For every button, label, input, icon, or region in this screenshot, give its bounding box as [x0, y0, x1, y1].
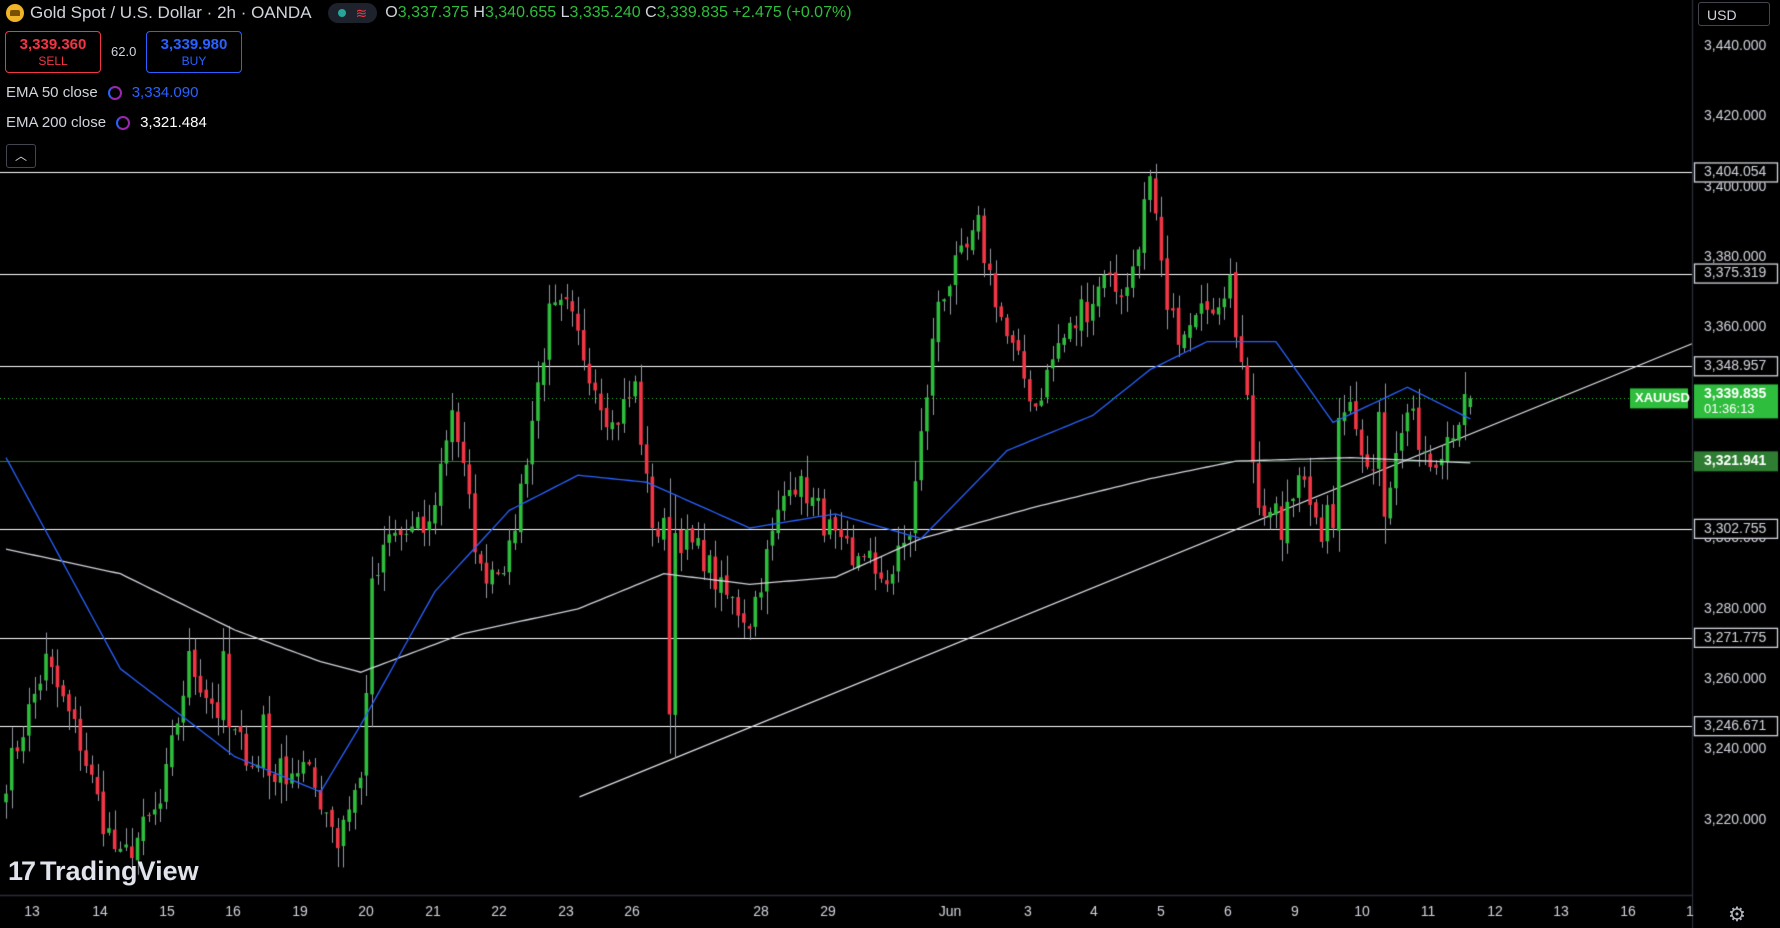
indicator-cycle-icon[interactable] [107, 85, 122, 100]
gold-symbol-icon [6, 4, 24, 22]
tradingview-logo: 17 TradingView [8, 856, 199, 886]
chevron-up-icon: ︿ [14, 149, 27, 163]
sell-button[interactable]: 3,339.360 SELL [5, 31, 101, 73]
price-chart[interactable] [0, 0, 1780, 928]
ema200-value: 3,321.484 [140, 114, 207, 131]
ema50-legend[interactable]: EMA 50 close 3,334.090 [6, 84, 198, 101]
ohlc-readout: O3,337.375 H3,340.655 L3,335.240 C3,339.… [385, 4, 852, 21]
chart-header: Gold Spot / U.S. Dollar · 2h · OANDA ≋ O… [6, 2, 852, 24]
ema50-label: EMA 50 close [6, 84, 98, 101]
market-open-icon [337, 9, 346, 17]
ema200-legend[interactable]: EMA 200 close 3,321.484 [6, 114, 207, 131]
currency-selector[interactable]: USD [1698, 2, 1770, 26]
collapse-legend-button[interactable]: ︿ [6, 144, 36, 168]
buy-button[interactable]: 3,339.980 BUY [146, 31, 242, 73]
ema200-label: EMA 200 close [6, 114, 107, 131]
ema50-value: 3,334.090 [131, 84, 199, 101]
symbol-title[interactable]: Gold Spot / U.S. Dollar · 2h · OANDA [30, 3, 312, 23]
spread-value: 62.0 [111, 44, 137, 59]
indicator-cycle-icon[interactable] [116, 115, 131, 130]
market-status-pill[interactable]: ≋ [327, 3, 378, 23]
volatility-icon: ≋ [355, 4, 368, 21]
tradingview-logo-icon: 17 [8, 856, 36, 886]
gear-icon[interactable]: ⚙ [1728, 902, 1746, 927]
